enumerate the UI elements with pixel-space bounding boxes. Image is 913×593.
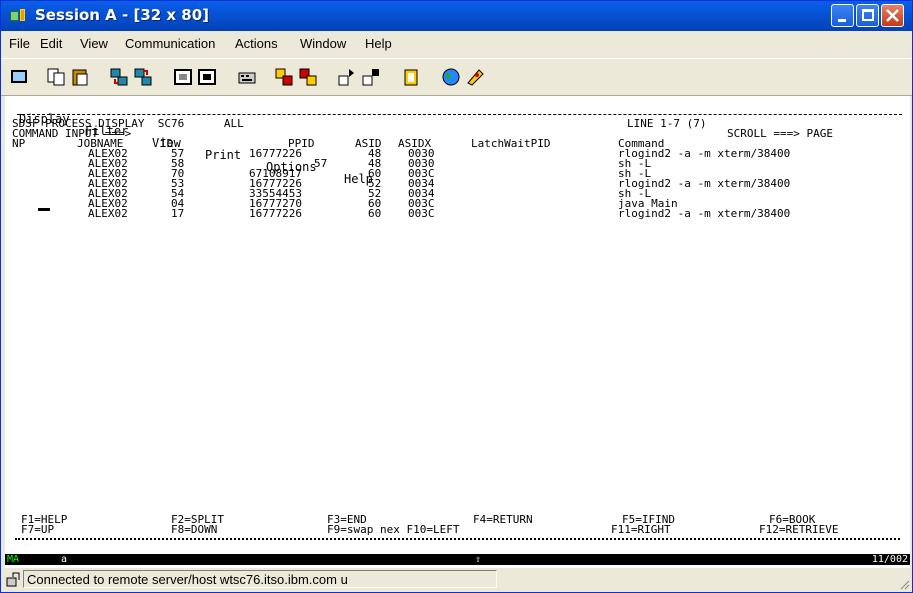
menu-window[interactable]: Window bbox=[300, 36, 346, 51]
menu-communication[interactable]: Communication bbox=[125, 36, 215, 51]
menu-help[interactable]: Help bbox=[365, 36, 392, 51]
pf-key[interactable]: F11=RIGHT bbox=[611, 524, 671, 535]
status-panel: Connected to remote server/host wtsc76.i… bbox=[23, 570, 497, 588]
oia-cursor-position: 11/002 bbox=[871, 554, 908, 565]
send-icon[interactable] bbox=[109, 67, 129, 87]
table-row: ALEX02 58 57 48 0030 sh -L bbox=[5, 157, 910, 170]
receive-icon[interactable] bbox=[133, 67, 153, 87]
cell-asid: 60 bbox=[368, 207, 382, 220]
text-cursor bbox=[38, 208, 50, 211]
color-icon[interactable] bbox=[274, 67, 294, 87]
cell-jobname: ALEX02 bbox=[88, 207, 128, 220]
pf-divider bbox=[15, 538, 900, 540]
menu-bar: File Edit View Communication Actions Win… bbox=[1, 31, 912, 57]
line-indicator: LINE 1-7 (7) bbox=[627, 117, 707, 130]
record-icon[interactable] bbox=[298, 67, 318, 87]
oia-session: a bbox=[61, 554, 68, 565]
close-button[interactable] bbox=[881, 4, 904, 27]
operator-info-area: MA a ⇧ 11/002 bbox=[5, 554, 910, 565]
screen-icon[interactable] bbox=[197, 67, 217, 87]
menu-view[interactable]: View bbox=[80, 36, 108, 51]
play-icon[interactable] bbox=[337, 67, 357, 87]
cell-command: rlogind2 -a -m xterm/38400 bbox=[618, 207, 791, 220]
table-row: ALEX02 17 16777226 60 003C rlogind2 -a -… bbox=[5, 207, 910, 220]
macro-icon[interactable] bbox=[173, 67, 193, 87]
pf-key[interactable]: F12=RETRIEVE bbox=[759, 524, 838, 535]
menu-actions[interactable]: Actions bbox=[235, 36, 278, 51]
window-title: Session A - [32 x 80] bbox=[35, 6, 210, 24]
clipboard-icon[interactable] bbox=[401, 67, 421, 87]
cell-ppid: 16777226 bbox=[249, 207, 302, 220]
cell-asidx: 003C bbox=[408, 207, 435, 220]
action-bar-divider bbox=[17, 114, 902, 115]
table-row: ALEX02 54 33554453 52 0034 sh -L bbox=[5, 188, 910, 199]
app-icon bbox=[10, 9, 25, 21]
menu-file[interactable]: File bbox=[9, 36, 30, 51]
header-latchwaitpid: LatchWaitPID bbox=[471, 137, 551, 150]
paste-icon[interactable] bbox=[70, 67, 90, 87]
settings-icon[interactable] bbox=[465, 67, 485, 87]
close-icon bbox=[886, 9, 899, 22]
toolbar bbox=[1, 58, 912, 96]
cell-ppid: 57 bbox=[314, 157, 328, 170]
pf-key-area: F1=HELP F2=SPLIT F3=END F4=RETURN F5=IFI… bbox=[5, 514, 910, 574]
copy-icon[interactable] bbox=[46, 67, 66, 87]
maximize-button[interactable] bbox=[856, 4, 879, 27]
display-icon[interactable] bbox=[9, 67, 29, 87]
header-np: NP bbox=[12, 137, 26, 150]
oia-mode: MA bbox=[7, 554, 20, 565]
table-row: ALEX02 57 16777226 48 0030 rlogind2 -a -… bbox=[5, 147, 910, 160]
menu-edit[interactable]: Edit bbox=[40, 36, 62, 51]
connection-icon bbox=[6, 572, 20, 587]
pf-key[interactable]: F7=UP bbox=[21, 524, 54, 535]
terminal-screen[interactable]: Display Filter View Print Options Help S… bbox=[5, 96, 910, 518]
minimize-button[interactable] bbox=[831, 4, 854, 27]
scroll-label: SCROLL ===> PAGE bbox=[727, 127, 833, 140]
cell-id: 17 bbox=[171, 207, 185, 220]
status-bar: Connected to remote server/host wtsc76.i… bbox=[1, 568, 912, 592]
keyboard-icon[interactable] bbox=[237, 67, 257, 87]
status-text: Connected to remote server/host wtsc76.i… bbox=[27, 572, 348, 587]
emulator-window: Session A - [32 x 80] File Edit View Com… bbox=[0, 0, 913, 593]
pf-key[interactable]: F4=RETURN bbox=[473, 514, 533, 525]
stop-icon[interactable] bbox=[361, 67, 381, 87]
title-bar[interactable]: Session A - [32 x 80] bbox=[1, 1, 912, 31]
cell-ppid: 16777226 bbox=[249, 147, 302, 160]
table-row: ALEX02 53 16777226 52 0034 rlogind2 -a -… bbox=[5, 178, 910, 189]
pf-key[interactable]: F8=DOWN bbox=[171, 524, 217, 535]
resize-grip-icon[interactable] bbox=[898, 578, 910, 590]
globe-icon[interactable] bbox=[441, 67, 461, 87]
shift-icon: ⇧ bbox=[475, 554, 482, 565]
pf-key[interactable]: F9=swap nex F10=LEFT bbox=[327, 524, 459, 535]
